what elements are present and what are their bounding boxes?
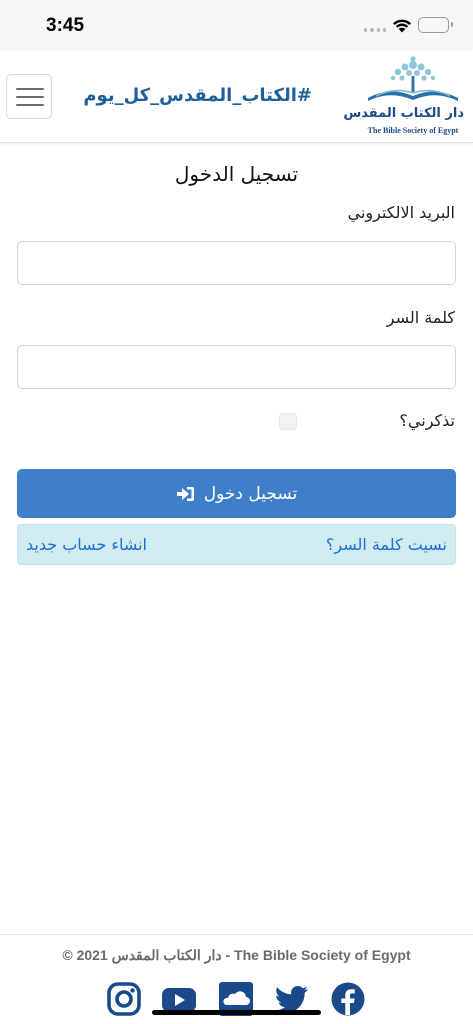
password-label: كلمة السر xyxy=(386,308,455,327)
wifi-icon xyxy=(391,17,413,37)
facebook-icon[interactable] xyxy=(330,981,366,1017)
battery-icon xyxy=(418,17,453,33)
login-button[interactable]: تسجيل دخول xyxy=(17,469,456,518)
remember-me-label: تذكرني؟ xyxy=(399,411,455,430)
sign-in-icon xyxy=(176,485,196,503)
create-account-link[interactable]: انشاء حساب جديد xyxy=(26,535,147,554)
email-label: البريد الالكتروني xyxy=(347,203,455,222)
top-navbar: #الكتاب_المقدس_كل_يوم دار الكتاب المقدس … xyxy=(0,50,473,143)
hashtag-title[interactable]: #الكتاب_المقدس_كل_يوم xyxy=(83,85,312,106)
tree-book-logo-icon xyxy=(368,56,458,101)
logo-arabic-text: دار الكتاب المقدس xyxy=(343,106,464,121)
logo-english-text: The Bible Society of Egypt xyxy=(367,126,459,135)
forgot-password-link[interactable]: نسيت كلمة السر؟ xyxy=(326,535,447,554)
home-indicator[interactable] xyxy=(152,1010,321,1015)
page-title: تسجيل الدخول xyxy=(174,162,299,186)
status-bar: 3:45 xyxy=(0,0,473,50)
email-field[interactable] xyxy=(17,241,456,285)
hamburger-menu-icon[interactable] xyxy=(6,74,52,119)
bible-society-logo[interactable]: دار الكتاب المقدس The Bible Society of E… xyxy=(343,56,464,140)
copyright-text: © 2021 دار الكتاب المقدس - The Bible Soc… xyxy=(62,947,411,963)
signal-icon xyxy=(364,27,386,33)
status-time: 3:45 xyxy=(46,15,85,36)
remember-me-checkbox[interactable] xyxy=(279,413,297,430)
password-field[interactable] xyxy=(17,345,456,389)
login-button-label: تسجيل دخول xyxy=(203,483,298,504)
social-links xyxy=(0,981,473,1021)
instagram-icon[interactable] xyxy=(106,981,142,1017)
account-links-box: نسيت كلمة السر؟ انشاء حساب جديد xyxy=(17,524,456,565)
